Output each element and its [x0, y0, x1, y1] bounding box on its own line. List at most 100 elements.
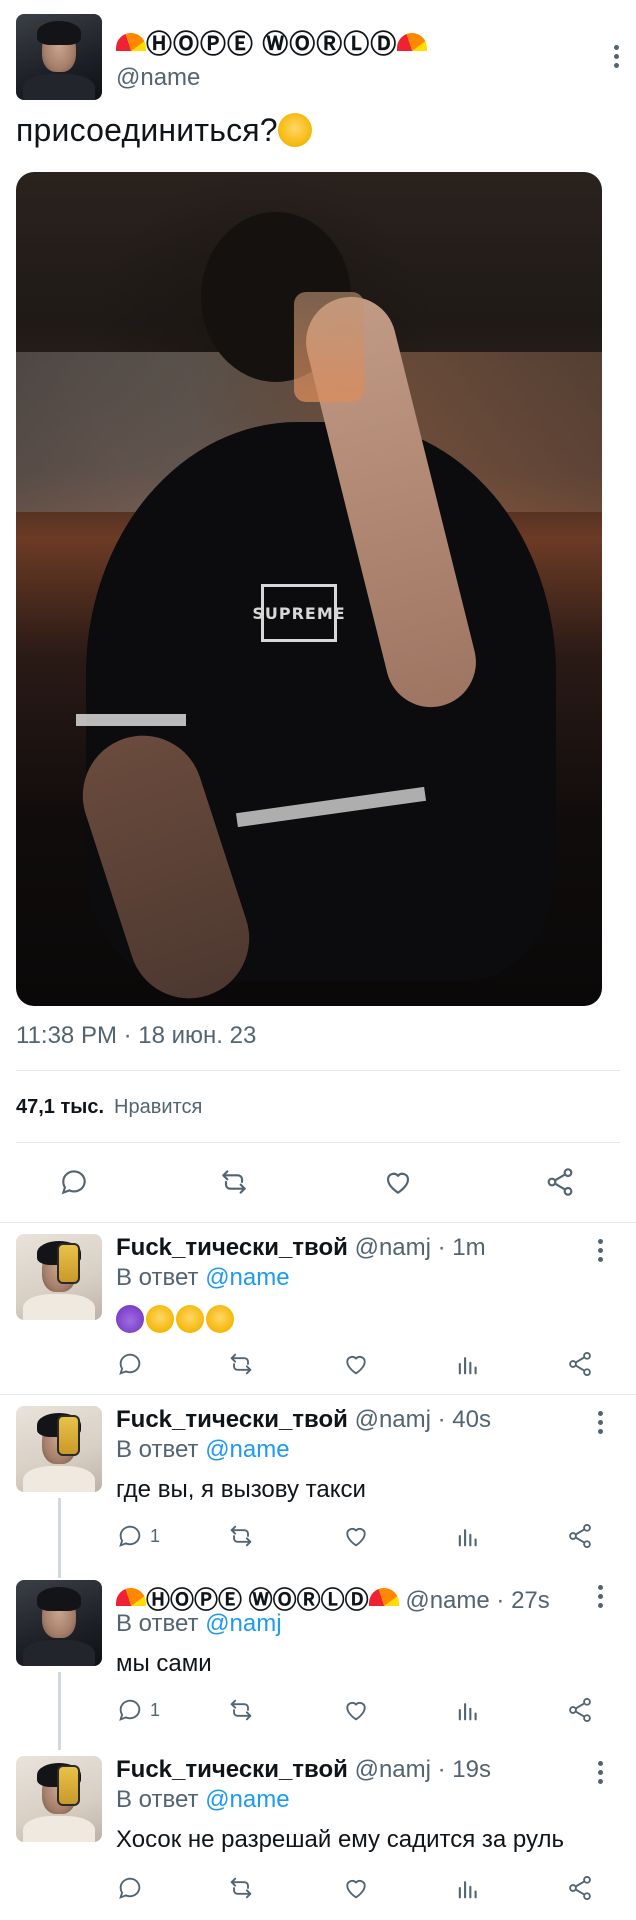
reply-header: Fuck_тически_твой @namj · 19s	[116, 1756, 491, 1784]
reply-time[interactable]: · 1m	[438, 1234, 486, 1261]
replying-to: В ответ @namj	[116, 1610, 282, 1638]
shirt-logo: SUPREME	[252, 584, 345, 642]
like-icon[interactable]	[342, 1522, 370, 1550]
rainbow-emoji	[397, 33, 428, 51]
reply-author-handle[interactable]: @namj	[355, 1234, 431, 1261]
reply-count: 1	[150, 1699, 161, 1720]
tweet-text: присоединиться?	[16, 112, 312, 149]
reply-tweet[interactable]: Fuck_тически_твой @namj · 19s В ответ @n…	[0, 1756, 636, 1920]
more-icon[interactable]	[588, 1408, 612, 1436]
tweet-photo[interactable]: SUPREME	[16, 172, 602, 1006]
avatar[interactable]	[16, 1580, 102, 1666]
reply-header: Fuck_тически_твой @namj · 40s	[116, 1406, 491, 1434]
reply-emojis	[116, 1304, 236, 1333]
replying-to: В ответ @name	[116, 1264, 290, 1292]
triumph-face-emoji	[146, 1304, 174, 1333]
rainbow-emoji	[116, 1588, 146, 1606]
reply-icon[interactable]: 1	[116, 1522, 160, 1550]
retweet-icon[interactable]	[216, 1166, 252, 1198]
mention-link[interactable]: @name	[205, 1264, 289, 1291]
more-icon[interactable]	[588, 1758, 612, 1786]
author-handle[interactable]: @name	[116, 64, 200, 92]
replying-prefix: В ответ	[116, 1786, 199, 1813]
avatar[interactable]	[16, 1406, 102, 1492]
reply-author-name[interactable]: Fuck_тически_твой	[116, 1234, 348, 1261]
like-icon[interactable]	[342, 1696, 370, 1724]
reply-icon[interactable]	[58, 1166, 90, 1198]
views-icon[interactable]	[454, 1350, 482, 1378]
author-name-text: ⒽⓄⓅⒺ ⓌⓄⓇⓁⒹ	[146, 29, 398, 59]
reply-actions: 1	[0, 1522, 636, 1562]
reply-count: 1	[150, 1525, 161, 1546]
divider	[16, 1070, 620, 1071]
more-icon[interactable]	[604, 42, 628, 70]
retweet-icon[interactable]	[226, 1350, 256, 1378]
smiling-devil-emoji	[116, 1304, 144, 1333]
reply-text: мы сами	[116, 1650, 212, 1677]
views-icon[interactable]	[454, 1522, 482, 1550]
reply-icon[interactable]	[116, 1350, 144, 1378]
reply-author-handle[interactable]: @namj	[355, 1756, 431, 1783]
like-icon[interactable]	[342, 1350, 370, 1378]
reply-author-name[interactable]: Fuck_тически_твой	[116, 1406, 348, 1433]
triumph-face-emoji	[176, 1304, 204, 1333]
rainbow-emoji	[368, 1588, 399, 1606]
mention-link[interactable]: @namj	[205, 1610, 281, 1637]
reply-actions	[0, 1350, 636, 1390]
like-icon[interactable]	[342, 1874, 370, 1902]
retweet-icon[interactable]	[226, 1874, 256, 1902]
replying-prefix: В ответ	[116, 1436, 199, 1463]
mention-link[interactable]: @name	[205, 1436, 289, 1463]
reply-time[interactable]: · 40s	[438, 1406, 491, 1433]
divider	[16, 1142, 620, 1143]
reply-actions	[0, 1874, 636, 1914]
share-icon[interactable]	[566, 1522, 594, 1550]
replying-to: В ответ @name	[116, 1436, 290, 1464]
divider	[0, 1222, 636, 1223]
author-display-name[interactable]: ⒽⓄⓅⒺ ⓌⓄⓇⓁⒹ	[116, 24, 428, 61]
retweet-icon[interactable]	[226, 1522, 256, 1550]
tweet-thread-page: ⒽⓄⓅⒺ ⓌⓄⓇⓁⒹ @name присоединиться? SUPREME…	[0, 0, 636, 1920]
reply-icon[interactable]: 1	[116, 1696, 160, 1724]
reply-tweet[interactable]: Fuck_тически_твой @namj · 1m В ответ @na…	[0, 1234, 636, 1392]
like-icon[interactable]	[382, 1166, 414, 1198]
reply-text: Хосок не разрешай ему садится за руль	[116, 1826, 564, 1853]
share-icon[interactable]	[566, 1350, 594, 1378]
reply-actions: 1	[0, 1696, 636, 1736]
mention-link[interactable]: @name	[205, 1786, 289, 1813]
likes-label: Нравится	[114, 1096, 203, 1118]
reply-tweet[interactable]: ⒽⓄⓅⒺ ⓌⓄⓇⓁⒹ @name · 27s В ответ @namj мы …	[0, 1580, 636, 1750]
reply-icon[interactable]	[116, 1874, 144, 1902]
likes-stat[interactable]: 47,1 тыс. Нравится	[16, 1096, 202, 1119]
divider	[0, 1394, 636, 1395]
reply-time[interactable]: · 27s	[496, 1587, 549, 1614]
views-icon[interactable]	[454, 1874, 482, 1902]
share-icon[interactable]	[566, 1696, 594, 1724]
avatar[interactable]	[16, 1234, 102, 1320]
avatar[interactable]	[16, 14, 102, 100]
more-icon[interactable]	[588, 1236, 612, 1264]
replying-prefix: В ответ	[116, 1610, 199, 1637]
share-icon[interactable]	[566, 1874, 594, 1902]
main-tweet-actions	[0, 1156, 636, 1210]
likes-count: 47,1 тыс.	[16, 1096, 105, 1118]
reply-time[interactable]: · 19s	[438, 1756, 491, 1783]
reply-tweet[interactable]: Fuck_тически_твой @namj · 40s В ответ @n…	[0, 1406, 636, 1578]
replying-to: В ответ @name	[116, 1786, 290, 1814]
reply-author-handle[interactable]: @namj	[355, 1406, 431, 1433]
main-tweet-header: ⒽⓄⓅⒺ ⓌⓄⓇⓁⒹ @name	[16, 14, 620, 100]
rainbow-emoji	[116, 33, 146, 51]
reply-header: Fuck_тически_твой @namj · 1m	[116, 1234, 486, 1262]
views-icon[interactable]	[454, 1696, 482, 1724]
more-icon[interactable]	[588, 1582, 612, 1610]
tweet-text-content: присоединиться?	[16, 112, 278, 148]
triumph-face-emoji	[206, 1304, 234, 1333]
share-icon[interactable]	[544, 1166, 576, 1198]
avatar[interactable]	[16, 1756, 102, 1842]
reply-author-handle[interactable]: @name	[405, 1587, 489, 1614]
thinking-face-emoji	[277, 113, 312, 147]
retweet-icon[interactable]	[226, 1696, 256, 1724]
tweet-timestamp[interactable]: 11:38 PM · 18 июн. 23	[16, 1022, 256, 1050]
reply-author-name[interactable]: Fuck_тически_твой	[116, 1756, 348, 1783]
replying-prefix: В ответ	[116, 1264, 199, 1291]
